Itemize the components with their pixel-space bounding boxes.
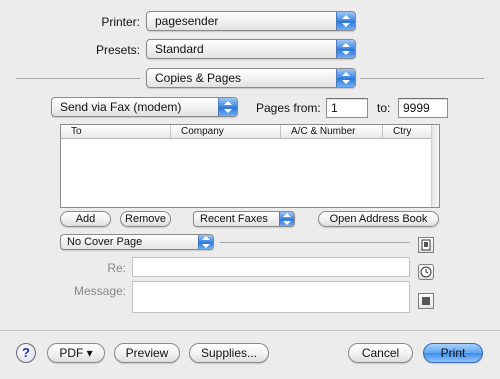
cancel-button[interactable]: Cancel bbox=[348, 343, 413, 363]
pages-to-label: to: bbox=[377, 101, 391, 115]
panel-value: Copies & Pages bbox=[155, 71, 242, 85]
column-header-company[interactable]: Company bbox=[171, 125, 281, 139]
message-label: Message: bbox=[73, 284, 126, 298]
clock-icon[interactable] bbox=[418, 264, 434, 280]
popup-arrows-icon bbox=[336, 40, 355, 58]
preview-button[interactable]: Preview bbox=[114, 343, 180, 363]
presets-label: Presets: bbox=[95, 43, 140, 57]
stop-icon[interactable] bbox=[418, 293, 434, 309]
pdf-button[interactable]: PDF ▾ bbox=[47, 343, 105, 363]
re-field[interactable] bbox=[132, 257, 410, 277]
table-header: To Company A/C & Number Ctry bbox=[61, 125, 431, 139]
pages-from-label: Pages from: bbox=[256, 101, 321, 115]
popup-arrows-icon bbox=[198, 235, 213, 249]
message-field[interactable] bbox=[132, 281, 410, 313]
table-scrollbar[interactable] bbox=[431, 125, 439, 207]
presets-value: Standard bbox=[155, 42, 204, 56]
open-address-book-button[interactable]: Open Address Book bbox=[318, 211, 439, 227]
recipients-table[interactable]: To Company A/C & Number Ctry bbox=[60, 124, 440, 208]
popup-arrows-icon bbox=[336, 12, 355, 30]
send-mode-value: Send via Fax (modem) bbox=[60, 100, 182, 114]
separator bbox=[16, 78, 140, 79]
pages-to-field[interactable]: 9999 bbox=[398, 98, 448, 118]
popup-arrows-icon bbox=[336, 69, 355, 87]
printer-popup[interactable]: pagesender bbox=[146, 11, 356, 31]
help-icon[interactable]: ? bbox=[16, 343, 36, 363]
recent-faxes-popup[interactable]: Recent Faxes bbox=[193, 211, 295, 227]
separator bbox=[360, 78, 484, 79]
print-button[interactable]: Print bbox=[423, 343, 483, 363]
cover-sheet-icon[interactable] bbox=[418, 237, 434, 253]
popup-arrows-icon bbox=[279, 212, 294, 226]
separator bbox=[220, 242, 410, 243]
add-button[interactable]: Add bbox=[60, 211, 111, 227]
re-label: Re: bbox=[107, 261, 126, 275]
cover-page-popup[interactable]: No Cover Page bbox=[60, 234, 214, 250]
printer-label: Printer: bbox=[101, 15, 140, 29]
printer-value: pagesender bbox=[155, 14, 219, 28]
column-header-to[interactable]: To bbox=[61, 125, 171, 139]
column-header-number[interactable]: A/C & Number bbox=[281, 125, 383, 139]
recent-faxes-label: Recent Faxes bbox=[200, 213, 268, 225]
pages-from-field[interactable]: 1 bbox=[326, 98, 368, 118]
column-header-country[interactable]: Ctry bbox=[383, 125, 433, 139]
cover-page-value: No Cover Page bbox=[67, 236, 143, 248]
supplies-button[interactable]: Supplies... bbox=[189, 343, 269, 363]
remove-button[interactable]: Remove bbox=[120, 211, 171, 227]
presets-popup[interactable]: Standard bbox=[146, 39, 356, 59]
panel-popup[interactable]: Copies & Pages bbox=[146, 68, 356, 88]
send-mode-popup[interactable]: Send via Fax (modem) bbox=[51, 97, 238, 117]
popup-arrows-icon bbox=[218, 98, 237, 116]
separator bbox=[0, 330, 500, 331]
